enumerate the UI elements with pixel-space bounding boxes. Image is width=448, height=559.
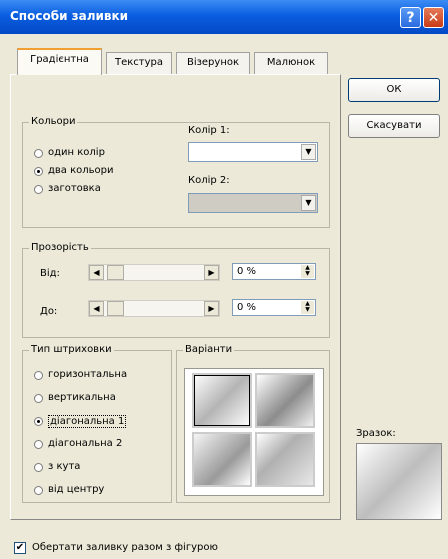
radio-diagonal-up[interactable] bbox=[34, 417, 43, 426]
to-label: До: bbox=[40, 306, 58, 317]
from-slider-thumb[interactable] bbox=[107, 265, 124, 280]
radio-diagonal-down-label: діагональна 2 bbox=[48, 438, 123, 449]
tab-texture[interactable]: Текстура bbox=[106, 52, 172, 74]
spinner-arrows-icon[interactable]: ▲ ▼ bbox=[301, 301, 314, 314]
sample-label: Зразок: bbox=[356, 428, 396, 439]
from-spinner[interactable]: 0 % ▲ ▼ bbox=[232, 263, 316, 280]
fill-effects-dialog: Способи заливки ? ✕ Градієнтна Текстура … bbox=[0, 0, 448, 559]
variant-swatch[interactable] bbox=[255, 373, 315, 428]
chevron-down-icon[interactable]: ▼ bbox=[301, 195, 316, 211]
arrow-left-icon[interactable]: ◀ bbox=[89, 265, 104, 280]
radio-from-center-label: від центру bbox=[48, 484, 105, 495]
help-icon[interactable]: ? bbox=[400, 7, 421, 28]
spinner-arrows-icon[interactable]: ▲ ▼ bbox=[301, 265, 314, 278]
ok-button[interactable]: ОК bbox=[348, 78, 440, 102]
variant-swatch[interactable] bbox=[192, 432, 252, 487]
rotate-checkbox[interactable]: ✔ bbox=[14, 542, 26, 554]
from-label: Від: bbox=[40, 268, 60, 279]
arrow-right-icon[interactable]: ▶ bbox=[204, 301, 219, 316]
color1-label: Колір 1: bbox=[188, 125, 230, 136]
to-slider[interactable]: ◀ ▶ bbox=[88, 300, 220, 317]
title-bar: Способи заливки ? ✕ bbox=[0, 0, 448, 34]
radio-diagonal-up-label: діагональна 1 bbox=[48, 415, 127, 428]
tab-gradient[interactable]: Градієнтна bbox=[17, 48, 102, 75]
radio-diagonal-down[interactable] bbox=[34, 440, 43, 449]
radio-one-color[interactable] bbox=[34, 149, 43, 158]
colors-legend: Кольори bbox=[29, 116, 78, 127]
variants-legend: Варіанти bbox=[183, 344, 235, 355]
color1-combo[interactable]: ▼ bbox=[188, 142, 318, 162]
to-value: 0 % bbox=[237, 302, 257, 313]
radio-two-colors-label: два кольори bbox=[48, 165, 114, 176]
from-slider[interactable]: ◀ ▶ bbox=[88, 264, 220, 281]
variant-swatch[interactable] bbox=[192, 373, 252, 428]
radio-from-corner-label: з кута bbox=[48, 461, 81, 472]
from-value: 0 % bbox=[237, 266, 257, 277]
radio-horizontal-label: горизонтальна bbox=[48, 369, 128, 380]
transparency-legend: Прозорість bbox=[29, 242, 91, 253]
transparency-group: Прозорість bbox=[22, 242, 330, 338]
arrow-left-icon[interactable]: ◀ bbox=[89, 301, 104, 316]
radio-from-corner[interactable] bbox=[34, 463, 43, 472]
rotate-checkbox-label: Обертати заливку разом з фігурою bbox=[32, 542, 218, 553]
tab-picture[interactable]: Малюнок bbox=[254, 52, 328, 74]
arrow-right-icon[interactable]: ▶ bbox=[204, 265, 219, 280]
color2-label: Колір 2: bbox=[188, 175, 230, 186]
to-spinner[interactable]: 0 % ▲ ▼ bbox=[232, 299, 316, 316]
cancel-button[interactable]: Скасувати bbox=[348, 114, 440, 138]
close-icon[interactable]: ✕ bbox=[423, 7, 444, 28]
radio-one-color-label: один колір bbox=[48, 147, 105, 158]
variant-swatch[interactable] bbox=[255, 432, 315, 487]
radio-from-center[interactable] bbox=[34, 486, 43, 495]
variants-grid bbox=[184, 368, 324, 496]
shading-legend: Тип штриховки bbox=[29, 344, 114, 355]
window-title: Способи заливки bbox=[10, 9, 129, 23]
radio-preset[interactable] bbox=[34, 185, 43, 194]
radio-vertical[interactable] bbox=[34, 394, 43, 403]
to-slider-thumb[interactable] bbox=[107, 301, 124, 316]
tab-pattern[interactable]: Візерунок bbox=[176, 52, 250, 74]
radio-vertical-label: вертикальна bbox=[48, 392, 116, 403]
radio-two-colors[interactable] bbox=[34, 167, 43, 176]
radio-preset-label: заготовка bbox=[48, 183, 101, 194]
chevron-down-icon[interactable]: ▼ bbox=[301, 144, 316, 160]
color2-combo[interactable]: ▼ bbox=[188, 193, 318, 213]
radio-horizontal[interactable] bbox=[34, 371, 43, 380]
sample-preview bbox=[356, 443, 442, 520]
